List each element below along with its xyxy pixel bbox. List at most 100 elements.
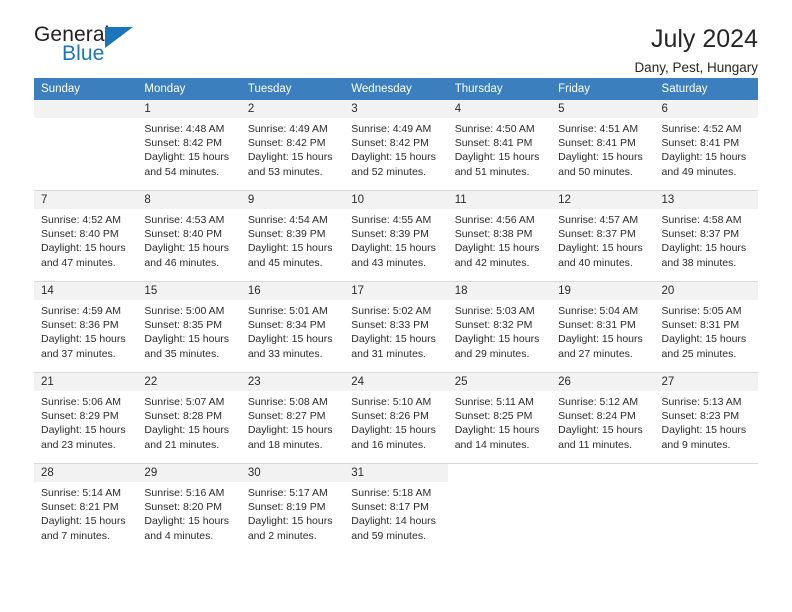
day-daylight1-text: Daylight: 15 hours: [41, 515, 126, 528]
day-daylight1-text: Daylight: 15 hours: [247, 515, 333, 528]
day-daylight2-text: and 23 minutes.: [41, 438, 116, 451]
day-daylight2-text: and 2 minutes.: [247, 529, 317, 542]
day-details: Sunrise: 4:49 AM Sunset: 8:42 PM Daylight:…: [344, 118, 447, 179]
day-daylight1-text: Daylight: 15 hours: [247, 151, 333, 164]
day-number: 31: [344, 464, 448, 482]
day-daylight1-text: Daylight: 15 hours: [661, 242, 747, 255]
day-sunrise-text: Sunrise: 5:03 AM: [454, 305, 535, 317]
day-sunrise-text: Sunrise: 5:17 AM: [247, 487, 328, 499]
triangle-flag-icon: [105, 27, 133, 48]
day-number: 28: [34, 464, 138, 482]
calendar-day-cell[interactable]: 20 Sunrise: 5:05 AM Sunset: 8:31 PM Dayligh…: [654, 282, 758, 372]
day-sunset-text: Sunset: 8:28 PM: [144, 410, 223, 423]
day-details: Sunrise: 5:05 AM Sunset: 8:31 PM Daylight:…: [655, 300, 758, 361]
day-daylight2-text: and 42 minutes.: [454, 256, 530, 269]
day-sunrise-text: Sunrise: 5:18 AM: [351, 487, 432, 499]
day-sunset-text: Sunset: 8:25 PM: [454, 410, 533, 423]
calendar-day-cell[interactable]: 22 Sunrise: 5:07 AM Sunset: 8:28 PM Dayligh…: [137, 373, 241, 463]
day-details: Sunrise: 4:56 AM Sunset: 8:38 PM Daylight:…: [448, 209, 551, 270]
calendar-day-cell[interactable]: 7 Sunrise: 4:52 AM Sunset: 8:40 PM Daylight…: [34, 191, 138, 281]
calendar-day-cell[interactable]: 21 Sunrise: 5:06 AM Sunset: 8:29 PM Dayligh…: [34, 373, 138, 463]
calendar-day-cell[interactable]: 17 Sunrise: 5:02 AM Sunset: 8:33 PM Dayligh…: [344, 282, 448, 372]
day-number: 4: [447, 100, 552, 118]
day-sunrise-text: Sunrise: 5:00 AM: [144, 305, 225, 317]
weekday-header-monday: Monday: [137, 78, 241, 100]
day-daylight1-text: Daylight: 15 hours: [144, 515, 230, 528]
calendar-day-cell[interactable]: 10 Sunrise: 4:55 AM Sunset: 8:39 PM Dayligh…: [344, 191, 448, 281]
day-sunrise-text: Sunrise: 5:10 AM: [351, 396, 432, 408]
day-sunrise-text: Sunrise: 4:57 AM: [558, 214, 639, 226]
calendar-day-cell[interactable]: 31 Sunrise: 5:18 AM Sunset: 8:17 PM Dayligh…: [344, 464, 448, 554]
day-number: 14: [34, 282, 138, 300]
day-sunrise-text: Sunrise: 4:51 AM: [558, 123, 639, 135]
day-sunrise-text: Sunrise: 5:11 AM: [454, 396, 534, 408]
brand-logo[interactable]: General Blue: [34, 24, 144, 70]
calendar-day-cell[interactable]: 30 Sunrise: 5:17 AM Sunset: 8:19 PM Dayligh…: [240, 464, 345, 554]
day-daylight1-text: Daylight: 15 hours: [558, 333, 643, 346]
day-number: [34, 100, 138, 118]
calendar-day-cell[interactable]: 9 Sunrise: 4:54 AM Sunset: 8:39 PM Daylight…: [240, 191, 345, 281]
day-sunrise-text: Sunrise: 4:49 AM: [247, 123, 328, 135]
page-title: July 2024: [650, 25, 758, 53]
day-sunset-text: Sunset: 8:41 PM: [558, 137, 636, 150]
day-daylight2-text: and 29 minutes.: [454, 347, 530, 360]
calendar-day-cell[interactable]: 5 Sunrise: 4:51 AM Sunset: 8:41 PM Daylight…: [551, 100, 655, 190]
day-daylight1-text: Daylight: 15 hours: [454, 424, 540, 437]
calendar-day-cell[interactable]: 18 Sunrise: 5:03 AM Sunset: 8:32 PM Dayligh…: [447, 282, 552, 372]
calendar-day-cell[interactable]: 13 Sunrise: 4:58 AM Sunset: 8:37 PM Dayligh…: [654, 191, 758, 281]
day-number: 27: [654, 373, 758, 391]
calendar-day-cell[interactable]: 2 Sunrise: 4:49 AM Sunset: 8:42 PM Daylight…: [240, 100, 345, 190]
day-number: 8: [137, 191, 241, 209]
day-daylight2-text: and 7 minutes.: [41, 529, 110, 542]
calendar-day-cell[interactable]: 3 Sunrise: 4:49 AM Sunset: 8:42 PM Daylight…: [344, 100, 448, 190]
calendar-day-cell[interactable]: 4 Sunrise: 4:50 AM Sunset: 8:41 PM Daylight…: [447, 100, 552, 190]
calendar-header-row: Sunday Monday Tuesday Wednesday Thursday Frid…: [34, 78, 758, 100]
page-subtitle: Dany, Pest, Hungary: [634, 60, 758, 76]
day-sunset-text: Sunset: 8:23 PM: [661, 410, 740, 423]
day-daylight2-text: and 49 minutes.: [661, 165, 737, 178]
calendar-day-cell[interactable]: 27 Sunrise: 5:13 AM Sunset: 8:23 PM Dayligh…: [654, 373, 758, 463]
day-number: 1: [137, 100, 241, 118]
calendar-day-cell[interactable]: 14 Sunrise: 4:59 AM Sunset: 8:36 PM Dayligh…: [34, 282, 138, 372]
calendar-day-cell[interactable]: 26 Sunrise: 5:12 AM Sunset: 8:24 PM Dayligh…: [551, 373, 655, 463]
day-number: [551, 464, 654, 482]
day-sunset-text: Sunset: 8:40 PM: [144, 228, 223, 241]
day-details: Sunrise: 5:07 AM Sunset: 8:28 PM Daylight:…: [137, 391, 240, 452]
day-sunrise-text: Sunrise: 4:52 AM: [661, 123, 742, 135]
day-sunrise-text: Sunrise: 5:05 AM: [661, 305, 742, 317]
calendar-day-cell[interactable]: 6 Sunrise: 4:52 AM Sunset: 8:41 PM Daylight…: [654, 100, 758, 190]
day-daylight2-text: and 21 minutes.: [144, 438, 220, 451]
weekday-header-saturday: Saturday: [654, 78, 758, 100]
day-details: Sunrise: 5:01 AM Sunset: 8:34 PM Daylight:…: [241, 300, 344, 361]
calendar-day-cell[interactable]: 23 Sunrise: 5:08 AM Sunset: 8:27 PM Dayligh…: [240, 373, 345, 463]
calendar-day-cell[interactable]: 28 Sunrise: 5:14 AM Sunset: 8:21 PM Dayligh…: [34, 464, 138, 554]
day-daylight1-text: Daylight: 15 hours: [558, 151, 643, 164]
day-number: 16: [240, 282, 345, 300]
calendar-day-cell[interactable]: 29 Sunrise: 5:16 AM Sunset: 8:20 PM Dayligh…: [137, 464, 241, 554]
calendar-day-cell[interactable]: 8 Sunrise: 4:53 AM Sunset: 8:40 PM Daylight…: [137, 191, 241, 281]
calendar-day-cell[interactable]: 11 Sunrise: 4:56 AM Sunset: 8:38 PM Dayligh…: [447, 191, 552, 281]
day-sunset-text: Sunset: 8:42 PM: [351, 137, 429, 150]
day-sunset-text: Sunset: 8:41 PM: [454, 137, 533, 150]
day-daylight1-text: Daylight: 15 hours: [144, 151, 230, 164]
calendar-day-cell[interactable]: 16 Sunrise: 5:01 AM Sunset: 8:34 PM Dayligh…: [240, 282, 345, 372]
day-number: 9: [240, 191, 345, 209]
day-details: Sunrise: 5:02 AM Sunset: 8:33 PM Daylight:…: [344, 300, 447, 361]
day-details: Sunrise: 4:48 AM Sunset: 8:42 PM Daylight:…: [137, 118, 240, 179]
calendar-day-cell[interactable]: 12 Sunrise: 4:57 AM Sunset: 8:37 PM Dayligh…: [551, 191, 655, 281]
day-details: Sunrise: 4:55 AM Sunset: 8:39 PM Daylight:…: [344, 209, 447, 270]
calendar-day-cell[interactable]: 1 Sunrise: 4:48 AM Sunset: 8:42 PM Daylight…: [137, 100, 241, 190]
day-sunset-text: Sunset: 8:40 PM: [41, 228, 119, 241]
day-sunrise-text: Sunrise: 5:07 AM: [144, 396, 225, 408]
calendar-day-cell[interactable]: 25 Sunrise: 5:11 AM Sunset: 8:25 PM Dayligh…: [447, 373, 552, 463]
day-number: 12: [551, 191, 655, 209]
day-daylight1-text: Daylight: 15 hours: [351, 333, 436, 346]
weekday-header-tuesday: Tuesday: [240, 78, 345, 100]
calendar-day-cell[interactable]: 24 Sunrise: 5:10 AM Sunset: 8:26 PM Dayligh…: [344, 373, 448, 463]
day-details: Sunrise: 4:49 AM Sunset: 8:42 PM Daylight:…: [241, 118, 344, 179]
calendar-day-cell[interactable]: 15 Sunrise: 5:00 AM Sunset: 8:35 PM Dayligh…: [137, 282, 241, 372]
title-block: July 2024 Dany, Pest, Hungary: [634, 24, 758, 76]
calendar-day-cell[interactable]: 19 Sunrise: 5:04 AM Sunset: 8:31 PM Dayligh…: [551, 282, 655, 372]
day-sunset-text: Sunset: 8:31 PM: [661, 319, 740, 332]
day-sunrise-text: Sunrise: 5:01 AM: [247, 305, 328, 317]
